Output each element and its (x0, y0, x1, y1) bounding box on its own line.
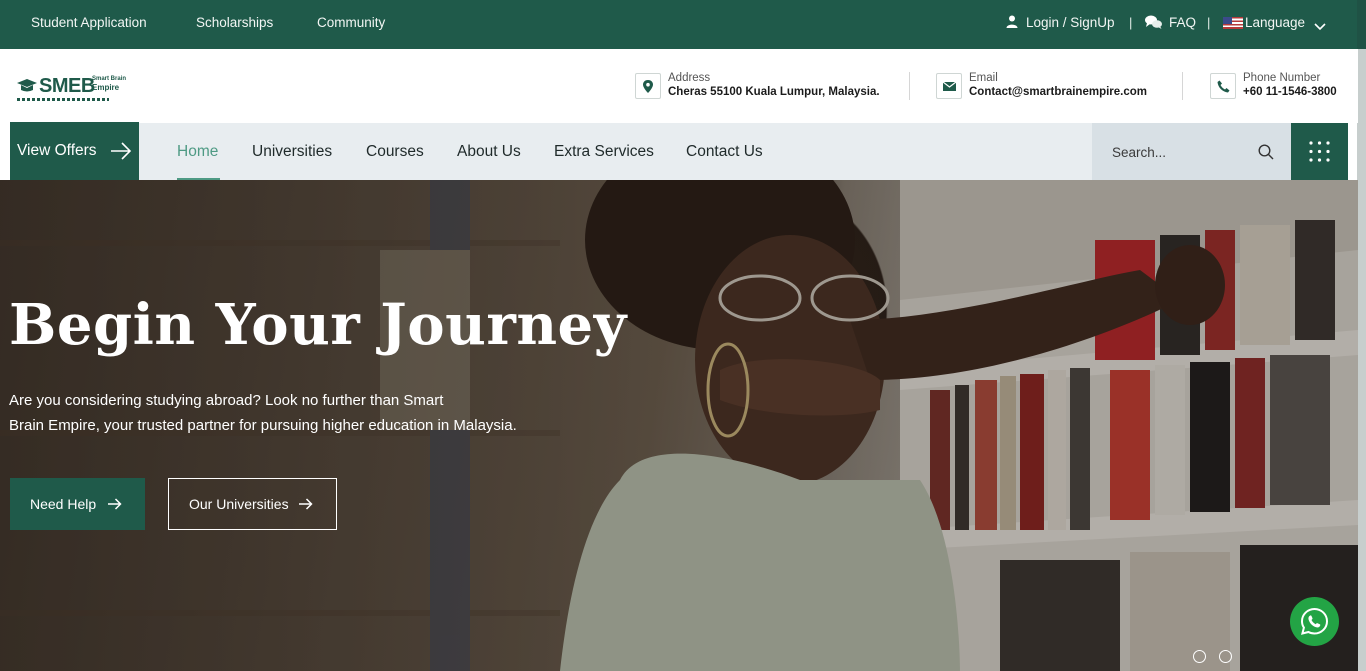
graduation-cap-icon (17, 78, 37, 99)
phone-icon (1210, 73, 1236, 99)
need-help-button[interactable]: Need Help (10, 478, 145, 530)
view-offers-label: View Offers (17, 142, 97, 159)
language-selector[interactable]: Language (1245, 0, 1305, 45)
nav-item-contact-us[interactable]: Contact Us (686, 123, 763, 180)
email-value[interactable]: Contact@smartbrainempire.com (969, 86, 1147, 98)
scrollbar[interactable] (1357, 0, 1366, 671)
separator: | (1129, 15, 1133, 30)
logo-tagline (17, 98, 109, 101)
hero-description-line: Are you considering studying abroad? Loo… (9, 392, 444, 409)
envelope-icon (936, 73, 962, 99)
user-icon (1006, 15, 1018, 33)
nav-item-about-us[interactable]: About Us (457, 123, 521, 180)
chevron-down-icon[interactable] (1314, 18, 1326, 36)
our-universities-button[interactable]: Our Universities (168, 478, 337, 530)
top-link-community[interactable]: Community (317, 0, 385, 45)
arrow-right-icon (299, 498, 313, 510)
slider-dot[interactable] (1193, 650, 1206, 663)
menu-grid-button[interactable] (1291, 123, 1348, 180)
hero-description: Are you considering studying abroad? Loo… (9, 388, 549, 438)
grid-dots-icon (1309, 141, 1330, 162)
phone-label: Phone Number (1243, 72, 1321, 84)
search-icon[interactable] (1258, 144, 1274, 160)
slider-dot[interactable] (1219, 650, 1232, 663)
nav-item-universities[interactable]: Universities (252, 123, 332, 180)
logo-text: SMEB (39, 75, 95, 97)
search-box (1092, 123, 1291, 180)
hero-title: Begin Your Journey (9, 292, 627, 358)
nav-item-home[interactable]: Home (177, 123, 218, 180)
site-logo[interactable]: SMEB Smart Brain Empire (17, 75, 127, 101)
hero-description-line: Brain Empire, your trusted partner for p… (9, 417, 517, 434)
address-value: Cheras 55100 Kuala Lumpur, Malaysia. (668, 86, 880, 98)
top-link-student-application[interactable]: Student Application (31, 0, 147, 45)
divider (1182, 72, 1183, 100)
top-bar: Student Application Scholarships Communi… (0, 0, 1366, 49)
whatsapp-icon (1300, 607, 1329, 635)
top-link-scholarships[interactable]: Scholarships (196, 0, 273, 45)
separator: | (1207, 15, 1211, 30)
email-label: Email (969, 72, 998, 84)
faq-link[interactable]: FAQ (1169, 0, 1196, 45)
divider (909, 72, 910, 100)
nav-item-courses[interactable]: Courses (366, 123, 424, 180)
phone-value[interactable]: +60 11-1546-3800 (1243, 86, 1337, 98)
map-pin-icon (635, 73, 661, 99)
login-signup-link[interactable]: Login / SignUp (1026, 0, 1115, 45)
site-header: SMEB Smart Brain Empire Address Cheras 5… (0, 49, 1358, 123)
our-universities-label: Our Universities (189, 496, 289, 512)
need-help-label: Need Help (30, 496, 97, 512)
nav-item-extra-services[interactable]: Extra Services (554, 123, 654, 180)
logo-subtext: Empire (92, 83, 120, 92)
arrow-right-icon (108, 498, 122, 510)
main-navigation: Home Universities Courses About Us Extra… (139, 123, 1092, 180)
whatsapp-chat-button[interactable] (1290, 597, 1339, 646)
us-flag-icon (1223, 17, 1243, 29)
logo-subtext: Smart Brain (92, 76, 127, 82)
view-offers-button[interactable]: View Offers (10, 122, 139, 180)
search-input[interactable] (1112, 140, 1252, 164)
hero-banner: Begin Your Journey Are you considering s… (0, 180, 1358, 671)
arrow-right-icon (111, 142, 132, 160)
chat-bubbles-icon (1145, 15, 1162, 34)
address-label: Address (668, 72, 711, 84)
